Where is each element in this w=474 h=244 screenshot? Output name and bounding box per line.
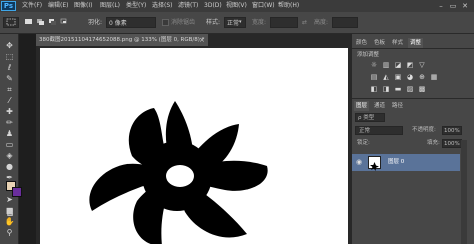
subtract-selection-icon[interactable]: [48, 17, 57, 28]
layer-thumbnail: [368, 156, 381, 171]
layer-kind-filter[interactable]: ρ 类型: [355, 113, 385, 122]
eye-icon[interactable]: ◉: [356, 158, 362, 166]
options-bar: 羽化: 0 像素 消除锯齿 样式: 正常 ▾ 宽度: ⇄ 高度:: [0, 12, 474, 34]
menu-help[interactable]: 帮助(H): [278, 0, 299, 12]
antialias-label: 消除锯齿: [171, 19, 196, 26]
feather-label: 羽化:: [88, 19, 103, 26]
add-adjustment-title: 添加调整: [357, 52, 380, 58]
opacity-label: 不透明度:: [412, 127, 436, 133]
posterize-adjustment-icon[interactable]: ◨: [382, 85, 390, 93]
panel-divider: [352, 98, 474, 99]
threshold-adjustment-icon[interactable]: ▬: [394, 85, 402, 93]
close-tab-icon[interactable]: ×: [199, 34, 207, 46]
crop-tool-icon[interactable]: ⌗: [3, 84, 16, 95]
add-selection-icon[interactable]: [36, 17, 45, 28]
zoom-tool-icon[interactable]: ⚲: [3, 227, 16, 238]
menu-filter[interactable]: 滤镜(T): [178, 0, 198, 12]
antialias-checkbox[interactable]: [162, 17, 169, 28]
fill-input[interactable]: 100%: [442, 139, 462, 148]
menu-bar: Ps 文件(F) 编辑(E) 图像(I) 图层(L) 类型(Y) 选择(S) 滤…: [0, 0, 474, 12]
tab-layers[interactable]: 图层: [354, 101, 370, 111]
fill-label: 填充:: [427, 140, 440, 146]
dodge-tool-icon[interactable]: ●: [3, 161, 16, 172]
width-label: 宽度:: [252, 19, 267, 26]
flower-shape: [89, 101, 268, 244]
tab-adjustments[interactable]: 调整: [408, 38, 424, 48]
color-panel-tabs: 颜色 色板 样式 调整: [352, 38, 474, 48]
blend-mode-select[interactable]: 正常: [355, 126, 403, 135]
opacity-input[interactable]: 100%: [442, 126, 462, 135]
tab-paths[interactable]: 路径: [390, 101, 405, 111]
menu-image[interactable]: 图像(I): [74, 0, 92, 12]
clone-stamp-tool-icon[interactable]: ♟: [3, 128, 16, 139]
gradient-map-adjustment-icon[interactable]: ▩: [418, 85, 426, 93]
panel-divider: [352, 48, 474, 49]
chevron-down-icon: ▾: [239, 19, 242, 25]
eraser-tool-icon[interactable]: ▭: [3, 139, 16, 150]
style-label: 样式:: [206, 19, 221, 26]
lasso-tool-icon[interactable]: ℓ: [3, 62, 16, 73]
feather-input[interactable]: 0 像素: [106, 17, 156, 28]
selective-color-adjustment-icon[interactable]: ▨: [406, 85, 414, 93]
close-window-button[interactable]: ✕: [460, 2, 470, 10]
tab-channels[interactable]: 通道: [372, 101, 387, 111]
tab-styles[interactable]: 样式: [390, 38, 405, 48]
layer-row[interactable]: ◉ 图层 0: [352, 154, 460, 171]
healing-brush-tool-icon[interactable]: ✚: [3, 106, 16, 117]
brush-tool-icon[interactable]: ✏: [3, 117, 16, 128]
height-label: 高度:: [314, 19, 329, 26]
tab-color[interactable]: 颜色: [354, 38, 369, 48]
marquee-tool-preset-icon[interactable]: [3, 17, 19, 28]
menu-view[interactable]: 视图(V): [226, 0, 247, 12]
exposure-adjustment-icon[interactable]: ◩: [406, 61, 414, 69]
width-input[interactable]: [270, 17, 298, 28]
height-input[interactable]: [332, 17, 358, 28]
color-lookup-adjustment-icon[interactable]: ▦: [430, 73, 438, 81]
menu-layer[interactable]: 图层(L): [100, 0, 120, 12]
maximize-button[interactable]: ▭: [448, 2, 458, 10]
menu-3d[interactable]: 3D(D): [204, 0, 222, 12]
swap-icon[interactable]: ⇄: [302, 17, 310, 28]
intersect-selection-icon[interactable]: [60, 17, 69, 28]
color-balance-adjustment-icon[interactable]: ◭: [382, 73, 390, 81]
menu-file[interactable]: 文件(F): [22, 0, 42, 12]
eyedropper-tool-icon[interactable]: ⁄: [3, 95, 16, 106]
menu-edit[interactable]: 编辑(E): [48, 0, 68, 12]
quick-mask-icon[interactable]: ◙: [5, 208, 15, 217]
invert-adjustment-icon[interactable]: ◧: [370, 85, 378, 93]
vibrance-adjustment-icon[interactable]: ▽: [418, 61, 426, 69]
photo-filter-adjustment-icon[interactable]: ◕: [406, 73, 414, 81]
quick-select-tool-icon[interactable]: ✎: [3, 73, 16, 84]
document-tab[interactable]: 380截图20151104174652088.png @ 133% (图层 0,…: [36, 34, 208, 46]
menu-window[interactable]: 窗口(W): [252, 0, 275, 12]
channel-mixer-adjustment-icon[interactable]: ⊕: [418, 73, 426, 81]
photoshop-logo: Ps: [1, 1, 16, 11]
tab-swatches[interactable]: 色板: [372, 38, 387, 48]
hand-tool-icon[interactable]: ✋: [3, 216, 16, 227]
curves-adjustment-icon[interactable]: ◪: [394, 61, 402, 69]
brightness-adjustment-icon[interactable]: ☼: [370, 61, 378, 69]
move-tool-icon[interactable]: ✥: [3, 40, 16, 51]
new-selection-icon[interactable]: [24, 17, 33, 28]
menu-type[interactable]: 类型(Y): [126, 0, 146, 12]
background-color-swatch[interactable]: [12, 187, 22, 197]
layers-panel-tabs: 图层 通道 路径: [352, 101, 474, 111]
black-white-adjustment-icon[interactable]: ▣: [394, 73, 402, 81]
hue-saturation-adjustment-icon[interactable]: ▤: [370, 73, 378, 81]
marquee-tool-icon[interactable]: ⬚: [3, 51, 16, 62]
menu-select[interactable]: 选择(S): [152, 0, 173, 12]
canvas[interactable]: [40, 48, 348, 244]
lock-label: 锁定:: [357, 140, 370, 146]
paint-bucket-tool-icon[interactable]: ◈: [3, 150, 16, 161]
layers-scrollbar[interactable]: [461, 140, 467, 244]
layer-name[interactable]: 图层 0: [388, 158, 404, 167]
minimize-button[interactable]: –: [436, 2, 446, 10]
levels-adjustment-icon[interactable]: ▥: [382, 61, 390, 69]
